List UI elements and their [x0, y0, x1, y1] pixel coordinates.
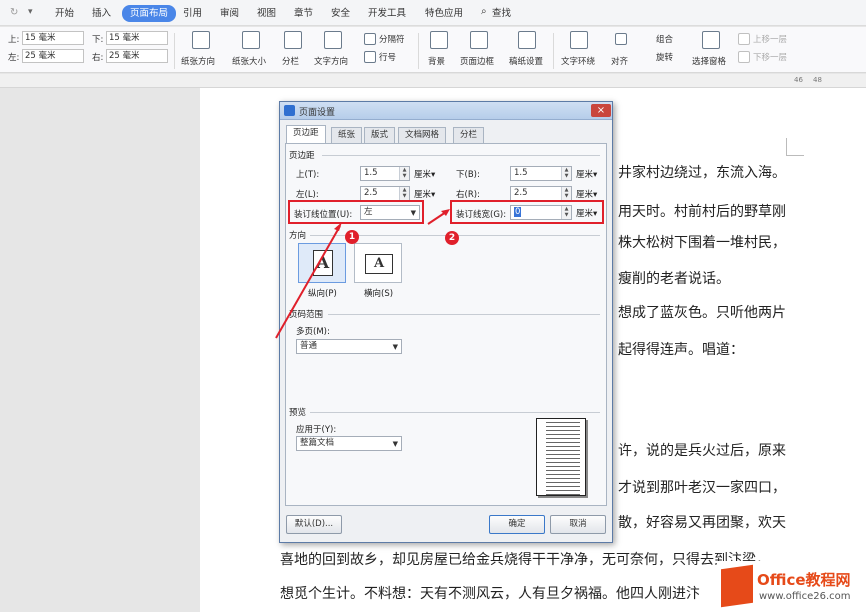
arrow-to-gutter-position — [275, 225, 341, 339]
watermark-logo: Office教程网 www.office26.com — [717, 561, 866, 612]
brand-url: www.office26.com — [759, 591, 851, 602]
arrow-to-gutter-width — [427, 211, 447, 225]
brand-name: Office教程网 — [757, 571, 851, 589]
office-logo-icon — [721, 564, 753, 608]
annotation-arrows — [275, 209, 450, 339]
